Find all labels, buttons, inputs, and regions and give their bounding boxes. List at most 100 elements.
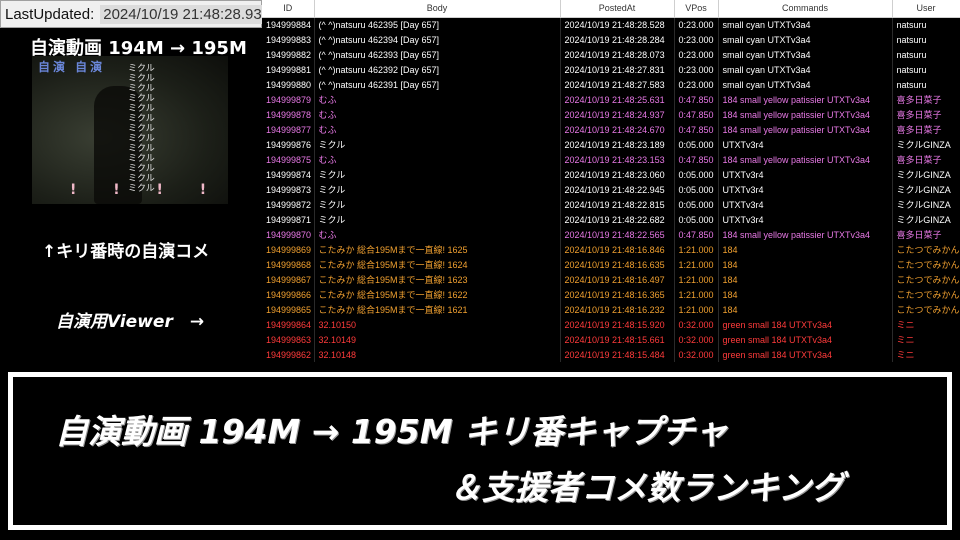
table-row[interactable]: 194999883 (^ ^)natsuru 462394 [Day 657] 20… bbox=[262, 32, 960, 47]
table-row[interactable]: 194999864 32.10150 2024/10/19 21:48:15.920… bbox=[262, 317, 960, 332]
cell-vpos: 0:47.850 bbox=[674, 107, 719, 122]
cell-posted-at: 2024/10/19 21:48:22.815 bbox=[560, 197, 675, 212]
cell-user: 喜多日菜子 bbox=[892, 227, 960, 242]
cell-commands: 184 bbox=[718, 287, 893, 302]
table-row[interactable]: 194999881 (^ ^)natsuru 462392 [Day 657] 20… bbox=[262, 62, 960, 77]
column-header-user[interactable]: User bbox=[892, 0, 960, 18]
cell-user: ミクルGINZA bbox=[892, 212, 960, 227]
cell-user: natsuru bbox=[892, 77, 960, 92]
cell-vpos: 0:23.000 bbox=[674, 32, 719, 47]
table-row[interactable]: 194999871 ミクル 2024/10/19 21:48:22.682 0:05.… bbox=[262, 212, 960, 227]
cell-id: 194999867 bbox=[262, 272, 315, 287]
banner-subtitle: ＆支援者コメ数ランキング bbox=[449, 468, 845, 507]
table-row[interactable]: 194999880 (^ ^)natsuru 462391 [Day 657] 20… bbox=[262, 77, 960, 92]
cell-body: (^ ^)natsuru 462391 [Day 657] bbox=[314, 77, 561, 92]
table-row[interactable]: 194999877 むふ 2024/10/19 21:48:24.670 0:47.8… bbox=[262, 122, 960, 137]
cell-user: natsuru bbox=[892, 47, 960, 62]
cell-posted-at: 2024/10/19 21:48:16.497 bbox=[560, 272, 675, 287]
cell-body: むふ bbox=[314, 107, 561, 122]
table-row[interactable]: 194999879 むふ 2024/10/19 21:48:25.631 0:47.8… bbox=[262, 92, 960, 107]
cell-id: 194999862 bbox=[262, 347, 315, 362]
table-row[interactable]: 194999865 こたみか 総合195Mまで一直線! 1621 2024/10/1… bbox=[262, 302, 960, 317]
cell-id: 194999864 bbox=[262, 317, 315, 332]
column-header-body[interactable]: Body bbox=[314, 0, 561, 18]
column-header-id[interactable]: ID bbox=[262, 0, 315, 18]
cell-body: 32.10148 bbox=[314, 347, 561, 362]
table-row[interactable]: 194999875 むふ 2024/10/19 21:48:23.153 0:47.8… bbox=[262, 152, 960, 167]
cell-id: 194999880 bbox=[262, 77, 315, 92]
table-row[interactable]: 194999863 32.10149 2024/10/19 21:48:15.661… bbox=[262, 332, 960, 347]
cell-user: natsuru bbox=[892, 17, 960, 32]
table-row[interactable]: 194999874 ミクル 2024/10/19 21:48:23.060 0:05.… bbox=[262, 167, 960, 182]
table-header-row: ID Body PostedAt VPos Commands User bbox=[262, 0, 960, 18]
cell-id: 194999879 bbox=[262, 92, 315, 107]
banner-title: 自演動画 194M → 195M キリ番キャプチャ bbox=[55, 412, 728, 451]
cell-posted-at: 2024/10/19 21:48:28.528 bbox=[560, 17, 675, 32]
cell-posted-at: 2024/10/19 21:48:23.153 bbox=[560, 152, 675, 167]
cell-vpos: 0:32.000 bbox=[674, 332, 719, 347]
thumbnail-bottom-marks: ! ! ! ! bbox=[70, 182, 223, 198]
video-thumbnail: 自演 自演 ミクル ミクル ミクル ミクル ミクル ミクル ミクル ミクル ミク… bbox=[32, 56, 228, 204]
column-header-vpos[interactable]: VPos bbox=[674, 0, 719, 18]
table-row[interactable]: 194999862 32.10148 2024/10/19 21:48:15.484… bbox=[262, 347, 960, 362]
cell-body: こたみか 総合195Mまで一直線! 1623 bbox=[314, 272, 561, 287]
cell-posted-at: 2024/10/19 21:48:25.631 bbox=[560, 92, 675, 107]
table-row[interactable]: 194999868 こたみか 総合195Mまで一直線! 1624 2024/10/1… bbox=[262, 257, 960, 272]
title-banner: 自演動画 194M → 195M キリ番キャプチャ ＆支援者コメ数ランキング bbox=[8, 372, 952, 530]
cell-id: 194999865 bbox=[262, 302, 315, 317]
cell-commands: small cyan UTXTv3a4 bbox=[718, 62, 893, 77]
cell-vpos: 0:47.850 bbox=[674, 122, 719, 137]
cell-commands: 184 small yellow patissier UTXTv3a4 bbox=[718, 92, 893, 107]
cell-user: こたつでみかん bbox=[892, 272, 960, 287]
cell-id: 194999870 bbox=[262, 227, 315, 242]
cell-posted-at: 2024/10/19 21:48:23.060 bbox=[560, 167, 675, 182]
cell-id: 194999868 bbox=[262, 257, 315, 272]
table-row[interactable]: 194999870 むふ 2024/10/19 21:48:22.565 0:47.8… bbox=[262, 227, 960, 242]
cell-user: natsuru bbox=[892, 62, 960, 77]
table-row[interactable]: 194999882 (^ ^)natsuru 462393 [Day 657] 20… bbox=[262, 47, 960, 62]
table-row[interactable]: 194999878 むふ 2024/10/19 21:48:24.937 0:47.8… bbox=[262, 107, 960, 122]
table-row[interactable]: 194999869 こたみか 総合195Mまで一直線! 1625 2024/10/1… bbox=[262, 242, 960, 257]
cell-posted-at: 2024/10/19 21:48:27.583 bbox=[560, 77, 675, 92]
kiri-caption: ↑キリ番時の自演コメ bbox=[42, 242, 210, 262]
cell-vpos: 0:47.850 bbox=[674, 227, 719, 242]
cell-body: 32.10149 bbox=[314, 332, 561, 347]
cell-id: 194999884 bbox=[262, 17, 315, 32]
cell-body: こたみか 総合195Mまで一直線! 1625 bbox=[314, 242, 561, 257]
cell-body: こたみか 総合195Mまで一直線! 1624 bbox=[314, 257, 561, 272]
cell-posted-at: 2024/10/19 21:48:16.232 bbox=[560, 302, 675, 317]
cell-commands: green small 184 UTXTv3a4 bbox=[718, 347, 893, 362]
cell-posted-at: 2024/10/19 21:48:15.920 bbox=[560, 317, 675, 332]
table-row[interactable]: 194999872 ミクル 2024/10/19 21:48:22.815 0:05.… bbox=[262, 197, 960, 212]
cell-id: 194999871 bbox=[262, 212, 315, 227]
cell-posted-at: 2024/10/19 21:48:16.365 bbox=[560, 287, 675, 302]
cell-body: (^ ^)natsuru 462395 [Day 657] bbox=[314, 17, 561, 32]
cell-commands: small cyan UTXTv3a4 bbox=[718, 17, 893, 32]
cell-vpos: 1:21.000 bbox=[674, 272, 719, 287]
cell-commands: small cyan UTXTv3a4 bbox=[718, 32, 893, 47]
table-row[interactable]: 194999867 こたみか 総合195Mまで一直線! 1623 2024/10/1… bbox=[262, 272, 960, 287]
cell-user: ミクルGINZA bbox=[892, 167, 960, 182]
cell-commands: 184 bbox=[718, 257, 893, 272]
cell-commands: small cyan UTXTv3a4 bbox=[718, 47, 893, 62]
cell-id: 194999863 bbox=[262, 332, 315, 347]
table-row[interactable]: 194999884 (^ ^)natsuru 462395 [Day 657] 20… bbox=[262, 17, 960, 32]
cell-commands: 184 bbox=[718, 272, 893, 287]
cell-posted-at: 2024/10/19 21:48:23.189 bbox=[560, 137, 675, 152]
table-row[interactable]: 194999866 こたみか 総合195Mまで一直線! 1622 2024/10/1… bbox=[262, 287, 960, 302]
cell-user: ミクルGINZA bbox=[892, 182, 960, 197]
table-row[interactable]: 194999876 ミクル 2024/10/19 21:48:23.189 0:05.… bbox=[262, 137, 960, 152]
cell-vpos: 0:05.000 bbox=[674, 212, 719, 227]
cell-posted-at: 2024/10/19 21:48:15.661 bbox=[560, 332, 675, 347]
cell-user: 喜多日菜子 bbox=[892, 122, 960, 137]
cell-commands: green small 184 UTXTv3a4 bbox=[718, 332, 893, 347]
cell-user: こたつでみかん bbox=[892, 242, 960, 257]
cell-user: ミクルGINZA bbox=[892, 197, 960, 212]
column-header-commands[interactable]: Commands bbox=[718, 0, 893, 18]
column-header-posted-at[interactable]: PostedAt bbox=[560, 0, 675, 18]
cell-user: こたつでみかん bbox=[892, 287, 960, 302]
comment-table-panel[interactable]: ID Body PostedAt VPos Commands User 1949… bbox=[262, 0, 960, 366]
cell-user: 喜多日菜子 bbox=[892, 107, 960, 122]
cell-posted-at: 2024/10/19 21:48:22.945 bbox=[560, 182, 675, 197]
table-row[interactable]: 194999873 ミクル 2024/10/19 21:48:22.945 0:05.… bbox=[262, 182, 960, 197]
